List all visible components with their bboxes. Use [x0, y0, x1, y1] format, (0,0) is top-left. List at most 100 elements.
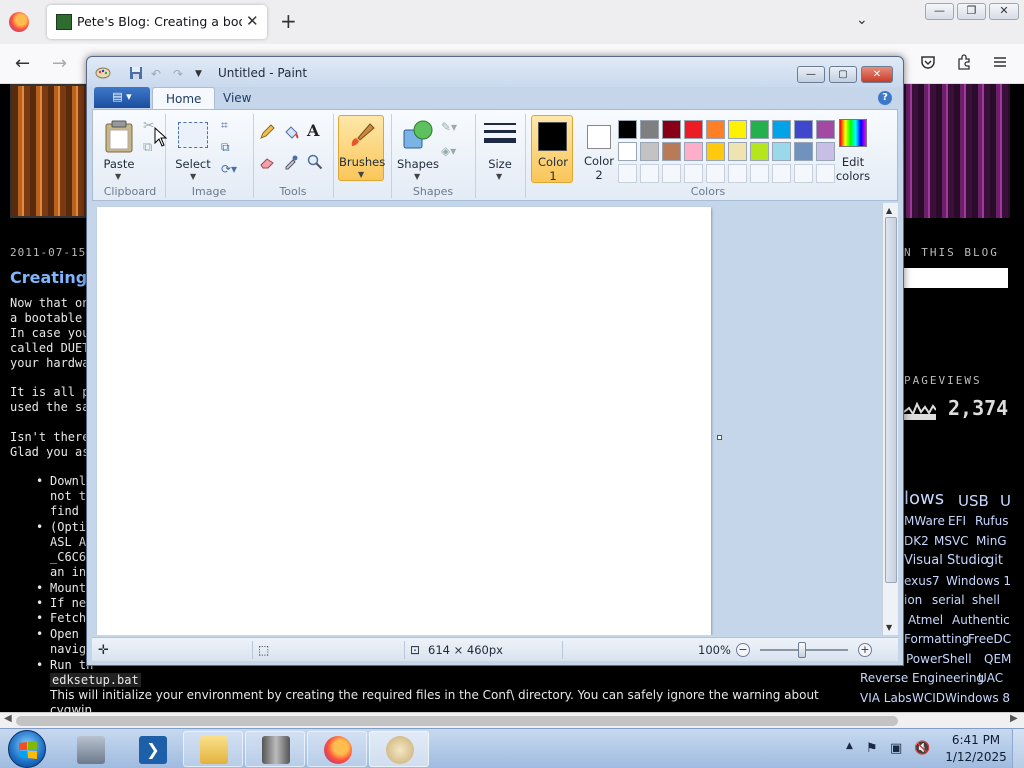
tab-close-icon[interactable]: ✕: [246, 12, 259, 30]
tag-link[interactable]: 7: [932, 574, 940, 588]
tag-link[interactable]: serial: [932, 593, 965, 607]
select-icon[interactable]: [178, 122, 208, 148]
clock-date[interactable]: 1/12/2025: [945, 750, 1007, 764]
tag-link[interactable]: Windows 8: [945, 691, 1010, 705]
tag-link[interactable]: QEM: [984, 652, 1011, 666]
zoom-in-button[interactable]: +: [858, 643, 872, 657]
shapes-icon[interactable]: [401, 118, 435, 152]
hamburger-menu-icon[interactable]: [992, 54, 1008, 70]
palette-swatch[interactable]: [706, 164, 725, 183]
select-label[interactable]: Select: [173, 157, 213, 171]
palette-swatch[interactable]: [728, 120, 747, 139]
tab-home[interactable]: Home: [152, 87, 216, 109]
outline-icon[interactable]: ✎▾: [441, 120, 457, 136]
tag-link[interactable]: WCID: [912, 691, 945, 705]
palette-swatch[interactable]: [662, 164, 681, 183]
shape-fill-icon[interactable]: ◈▾: [441, 144, 457, 160]
palette-swatch[interactable]: [662, 120, 681, 139]
list-all-tabs-icon[interactable]: ⌄: [856, 12, 868, 28]
taskbar-firefox[interactable]: [307, 731, 367, 767]
palette-swatch[interactable]: [728, 164, 747, 183]
size-label[interactable]: Size: [481, 157, 519, 171]
scroll-up-icon[interactable]: ▲: [886, 206, 892, 215]
palette-swatch[interactable]: [772, 142, 791, 161]
scrollbar-thumb[interactable]: [16, 716, 898, 726]
tag-link[interactable]: exus: [904, 574, 932, 588]
forward-button[interactable]: →: [52, 53, 67, 74]
browser-minimize-button[interactable]: —: [925, 3, 954, 20]
redo-icon[interactable]: ↷: [173, 67, 183, 81]
tag-link[interactable]: Rufus: [975, 514, 1009, 528]
tag-link[interactable]: Windows 1: [946, 574, 1011, 588]
color2-button[interactable]: Color 2: [578, 115, 620, 183]
clock-time[interactable]: 6:41 PM: [950, 733, 1002, 747]
tag-link[interactable]: MWare: [904, 514, 945, 528]
palette-swatch[interactable]: [684, 164, 703, 183]
paste-icon[interactable]: [103, 120, 135, 154]
tag-link[interactable]: FreeDC: [968, 632, 1011, 646]
taskbar-explorer[interactable]: [183, 731, 243, 767]
paste-dropdown-icon[interactable]: ▼: [115, 172, 121, 181]
resize-icon[interactable]: ⧉: [221, 140, 237, 156]
paint-title-bar[interactable]: ↶ ↷ ▼ Untitled - Paint — ▢ ✕: [87, 57, 903, 87]
paint-minimize-button[interactable]: —: [797, 66, 825, 83]
size-icon[interactable]: [483, 120, 517, 150]
tag-link[interactable]: lows: [904, 488, 944, 509]
tag-link[interactable]: Reverse Engineering: [860, 671, 984, 685]
palette-swatch[interactable]: [772, 164, 791, 183]
back-button[interactable]: ←: [15, 53, 30, 74]
pocket-icon[interactable]: [920, 54, 936, 70]
taskbar-powershell[interactable]: ❯: [122, 731, 182, 767]
browser-tab[interactable]: Pete's Blog: Creating a bootable ✕: [47, 5, 267, 39]
paint-maximize-button[interactable]: ▢: [829, 66, 857, 83]
color-picker-icon[interactable]: [283, 154, 299, 170]
taskbar-paint[interactable]: [369, 731, 429, 767]
crop-icon[interactable]: ⌗: [221, 118, 237, 134]
tag-link[interactable]: shell: [972, 593, 1000, 607]
palette-swatch[interactable]: [618, 142, 637, 161]
tag-link[interactable]: PowerShell: [906, 652, 972, 666]
rotate-icon[interactable]: ⟳▾: [221, 162, 237, 178]
palette-swatch[interactable]: [794, 142, 813, 161]
palette-swatch[interactable]: [618, 120, 637, 139]
palette-swatch[interactable]: [706, 120, 725, 139]
help-icon[interactable]: ?: [878, 91, 892, 105]
paste-label[interactable]: Paste: [103, 157, 135, 171]
tag-link[interactable]: git: [986, 553, 1003, 568]
sidebar-search-input[interactable]: [904, 268, 1008, 288]
palette-swatch[interactable]: [750, 142, 769, 161]
start-button[interactable]: [8, 730, 46, 768]
color1-button[interactable]: Color 1: [531, 115, 573, 183]
palette-swatch[interactable]: [640, 164, 659, 183]
action-center-flag-icon[interactable]: ⚑: [866, 741, 878, 756]
palette-swatch[interactable]: [684, 142, 703, 161]
extensions-icon[interactable]: [956, 54, 972, 70]
tag-link[interactable]: MinG: [976, 534, 1007, 548]
browser-close-button[interactable]: ✕: [989, 3, 1019, 20]
palette-swatch[interactable]: [706, 142, 725, 161]
palette-swatch[interactable]: [772, 120, 791, 139]
text-icon[interactable]: A: [307, 121, 323, 140]
palette-swatch[interactable]: [794, 164, 813, 183]
scroll-left-icon[interactable]: ◀: [4, 713, 12, 724]
scroll-right-icon[interactable]: ▶: [1010, 713, 1018, 724]
fill-icon[interactable]: [283, 124, 299, 140]
zoom-slider-thumb[interactable]: [798, 642, 806, 658]
tab-view[interactable]: View: [210, 87, 264, 109]
network-icon[interactable]: ▣: [890, 741, 902, 756]
show-desktop-button[interactable]: [1012, 729, 1024, 768]
select-dropdown-icon[interactable]: ▼: [190, 172, 196, 181]
volume-muted-icon[interactable]: 🔇: [914, 741, 930, 756]
canvas-resize-handle[interactable]: [717, 435, 722, 440]
paint-app-icon[interactable]: [95, 65, 111, 79]
tag-link[interactable]: ion: [904, 593, 922, 607]
edit-colors-button[interactable]: Edit colors: [833, 115, 873, 183]
tag-link[interactable]: VIA Labs: [860, 691, 912, 705]
scroll-down-icon[interactable]: ▼: [886, 623, 892, 632]
scrollbar-thumb[interactable]: [885, 217, 897, 583]
palette-swatch[interactable]: [684, 120, 703, 139]
tag-link[interactable]: MSVC: [934, 534, 969, 548]
palette-swatch[interactable]: [750, 164, 769, 183]
paint-file-menu-button[interactable]: ▤ ▾: [94, 87, 150, 108]
paint-vertical-scrollbar[interactable]: ▲ ▼: [882, 203, 898, 635]
